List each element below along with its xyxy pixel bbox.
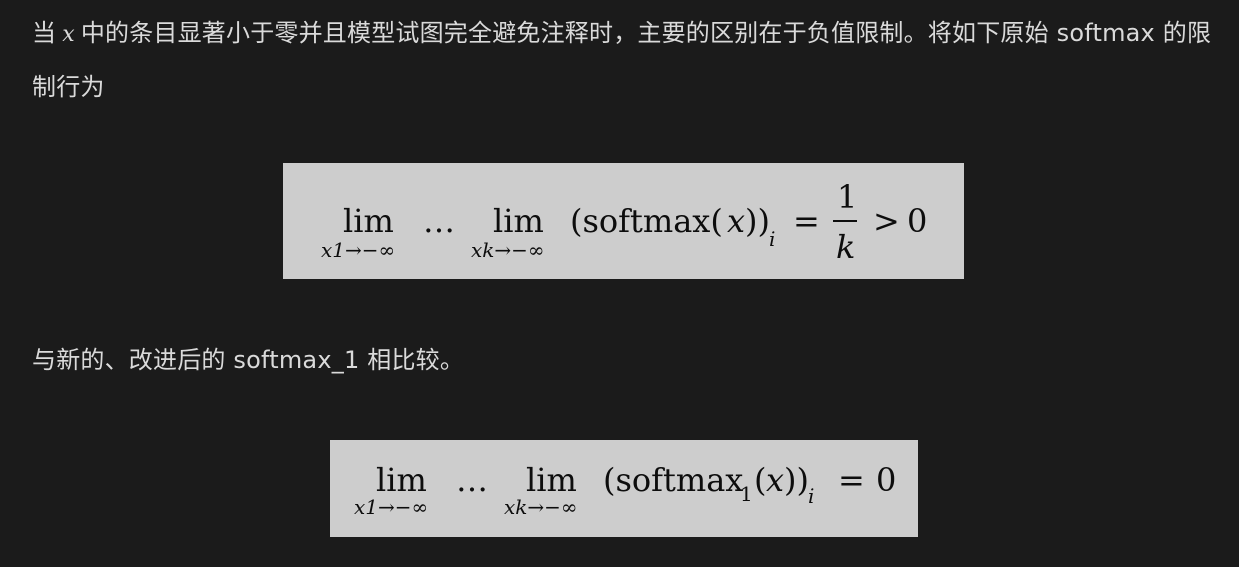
lim-subscript-2: xk→−∞: [471, 238, 545, 262]
softmax-subscript-1: 1: [740, 482, 753, 506]
softmax-paren: (: [754, 461, 767, 499]
softmax-open: (softmax(: [570, 202, 723, 240]
softmax-argument-x: x: [766, 461, 785, 499]
variable-x: x: [62, 22, 75, 47]
softmax-close: )): [745, 202, 770, 240]
index-i: i: [769, 227, 776, 251]
lim-subscript-1: x1→−∞: [354, 495, 429, 519]
lim-operator-2: lim: [493, 202, 544, 240]
fraction-denominator: k: [836, 228, 856, 266]
fraction-numerator: 1: [837, 178, 858, 216]
ellipsis: …: [423, 202, 455, 240]
greater-than-sign: >: [873, 202, 900, 240]
zero: 0: [876, 461, 897, 499]
fraction-bar: [833, 220, 857, 222]
softmax-open: (softmax: [603, 461, 744, 499]
compare-text: 与新的、改进后的 softmax_1 相比较。: [32, 346, 465, 374]
softmax-argument-x: x: [727, 202, 746, 240]
paragraph-compare: 与新的、改进后的 softmax_1 相比较。: [32, 334, 1222, 386]
intro-prefix: 当: [32, 19, 57, 47]
lim-subscript-2: xk→−∞: [504, 495, 578, 519]
lim-operator-1: lim: [376, 461, 427, 499]
equals-sign: =: [793, 202, 820, 240]
lim-operator-1: lim: [343, 202, 394, 240]
zero: 0: [907, 202, 928, 240]
equation-softmax-limit: lim x1→−∞ … lim xk→−∞ (softmax( x )) i =…: [283, 163, 964, 279]
equals-sign: =: [838, 461, 865, 499]
intro-text: 中的条目显著小于零并且模型试图完全避免注释时，主要的区别在于负值限制。将如下原始…: [32, 19, 1212, 101]
softmax-close: )): [784, 461, 809, 499]
lim-operator-2: lim: [526, 461, 577, 499]
lim-subscript-1: x1→−∞: [321, 238, 396, 262]
ellipsis: …: [456, 461, 488, 499]
equation-softmax1-limit: lim x1→−∞ … lim xk→−∞ (softmax 1 ( x )) …: [330, 440, 918, 537]
paragraph-intro: 当 x 中的条目显著小于零并且模型试图完全避免注释时，主要的区别在于负值限制。将如下…: [32, 7, 1222, 113]
index-i: i: [808, 484, 815, 508]
